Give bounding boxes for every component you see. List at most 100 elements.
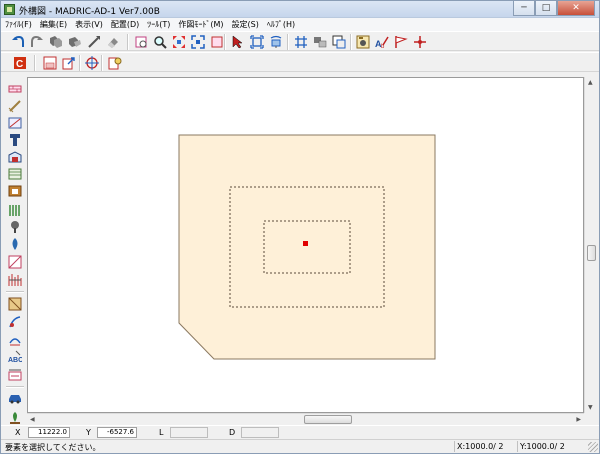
toolbar2-group-command: C	[11, 55, 28, 71]
resize-grip[interactable]	[588, 442, 598, 452]
menu-view[interactable]: 表示(V)	[71, 18, 107, 31]
zoom-all-button[interactable]	[189, 34, 206, 50]
palette-deck[interactable]	[7, 166, 23, 181]
title-bar[interactable]: 外構図 - MADRIC-AD-1 Ver7.00B ─ □ ✕	[1, 1, 599, 18]
dimension-icon	[8, 369, 22, 380]
svg-text:C: C	[16, 59, 23, 70]
toolbar2-group-file	[41, 55, 77, 71]
export-button[interactable]	[60, 55, 77, 71]
close-button[interactable]: ✕	[557, 1, 595, 16]
snapshot-button[interactable]	[330, 34, 347, 50]
cad-command-button[interactable]: C	[11, 55, 28, 71]
maximize-button[interactable]: □	[535, 1, 557, 16]
frame-button[interactable]	[208, 34, 225, 50]
stairs-icon	[8, 273, 22, 286]
app-icon[interactable]	[4, 4, 15, 15]
toolbar-separator	[350, 34, 352, 50]
menu-place[interactable]: 配置(D)	[107, 18, 143, 31]
palette-stairs[interactable]	[7, 272, 23, 287]
horizontal-scroll-thumb[interactable]	[304, 415, 352, 424]
palette-car[interactable]	[7, 389, 23, 404]
status-bar: 要素を選択してください。 X:1000.0/ 2 Y:1000.0/ 2	[1, 439, 599, 453]
copy-shapes-button[interactable]	[47, 34, 64, 50]
fit-view-button[interactable]	[170, 34, 187, 50]
save-button[interactable]	[41, 55, 58, 71]
toolbar-separator	[127, 34, 129, 50]
toolbar-separator	[287, 34, 289, 50]
toolbar-group-select	[229, 34, 284, 50]
eraser-button[interactable]	[104, 34, 121, 50]
menu-edit[interactable]: 編集(E)	[36, 18, 71, 31]
y-coordinate-field[interactable]: -6527.6	[97, 427, 137, 438]
scroll-left-icon[interactable]: ◀	[30, 416, 35, 423]
vertical-scrollbar[interactable]: ▲ ▼	[584, 77, 598, 413]
lawn-icon	[9, 315, 21, 327]
menu-tools[interactable]: ﾂｰﾙ(T)	[143, 18, 174, 31]
menu-help[interactable]: ﾍﾙﾌﾟ(H)	[263, 18, 299, 31]
menu-settings[interactable]: 設定(S)	[228, 18, 263, 31]
main-toolbar: Ab	[1, 31, 599, 51]
settings-button[interactable]	[106, 55, 123, 71]
snapshot-icon	[332, 35, 345, 49]
palette-plant-material[interactable]	[7, 410, 23, 425]
palette-block-wall[interactable]	[7, 81, 23, 96]
menu-bar: ﾌｧｲﾙ(F) 編集(E) 表示(V) 配置(D) ﾂｰﾙ(T) 作図ﾓｰﾄﾞ(…	[1, 18, 599, 31]
toolbar2-group-settings	[106, 55, 123, 71]
scroll-up-icon[interactable]: ▲	[588, 79, 593, 86]
pillar-icon	[10, 133, 20, 146]
zoom-all-icon	[190, 35, 205, 49]
palette-paving[interactable]	[7, 296, 23, 311]
horizontal-scrollbar[interactable]: ◀ ▶	[27, 413, 584, 425]
zoom-button[interactable]	[151, 34, 168, 50]
scroll-down-icon[interactable]: ▼	[588, 404, 593, 411]
toolbar-group-view	[132, 34, 225, 50]
flag-icon	[394, 36, 408, 48]
flag-button[interactable]	[392, 34, 409, 50]
camera-button[interactable]	[354, 34, 371, 50]
grid-button[interactable]	[292, 34, 309, 50]
redo-button[interactable]	[28, 34, 45, 50]
palette-carport[interactable]	[7, 149, 23, 164]
x-coordinate-field[interactable]: 11222.0	[28, 427, 70, 438]
palette-gate[interactable]	[7, 115, 23, 130]
layer-button[interactable]	[311, 34, 328, 50]
drawing-svg[interactable]	[28, 78, 584, 413]
x-label: X	[15, 428, 21, 437]
palette-fence-panel[interactable]	[7, 202, 23, 217]
palette-pillar[interactable]	[7, 132, 23, 147]
frame-icon	[211, 36, 222, 48]
select-arrow-button[interactable]	[229, 34, 246, 50]
minimize-button[interactable]: ─	[513, 1, 535, 16]
scroll-right-icon[interactable]: ▶	[576, 416, 581, 423]
palette-plant[interactable]	[7, 236, 23, 251]
palette-tree[interactable]	[7, 219, 23, 234]
draw-line-button[interactable]	[85, 34, 102, 50]
palette-dimension[interactable]	[7, 367, 23, 382]
palette-lawn[interactable]	[7, 314, 23, 329]
palette-fence[interactable]	[7, 98, 23, 113]
palette-storage[interactable]	[7, 183, 23, 198]
print-preview-button[interactable]	[132, 34, 149, 50]
coordinate-bar: X 11222.0 Y -6527.6 L D	[1, 425, 599, 439]
rotate-view-button[interactable]	[267, 34, 284, 50]
palette-pond[interactable]	[7, 332, 23, 347]
palette-text-tool[interactable]: ABC	[7, 349, 23, 364]
fence-icon	[8, 99, 21, 112]
palette-slope[interactable]	[7, 254, 23, 269]
text-style-button[interactable]: Ab	[373, 34, 390, 50]
print-preview-icon	[135, 36, 146, 48]
vertical-scroll-thumb[interactable]	[587, 245, 596, 261]
undo-button[interactable]	[9, 34, 26, 50]
drawing-canvas[interactable]	[27, 77, 584, 413]
crosshair-button[interactable]	[411, 34, 428, 50]
direction-field[interactable]	[241, 427, 279, 438]
menu-file[interactable]: ﾌｧｲﾙ(F)	[1, 18, 36, 31]
paving-icon	[8, 297, 22, 310]
length-field[interactable]	[170, 427, 208, 438]
paste-shapes-button[interactable]	[66, 34, 83, 50]
target-button[interactable]	[83, 55, 100, 71]
menu-draw-mode[interactable]: 作図ﾓｰﾄﾞ(M)	[174, 18, 227, 31]
target-icon	[84, 56, 99, 70]
text-tool-icon: ABC	[8, 350, 22, 364]
fit-width-button[interactable]	[248, 34, 265, 50]
